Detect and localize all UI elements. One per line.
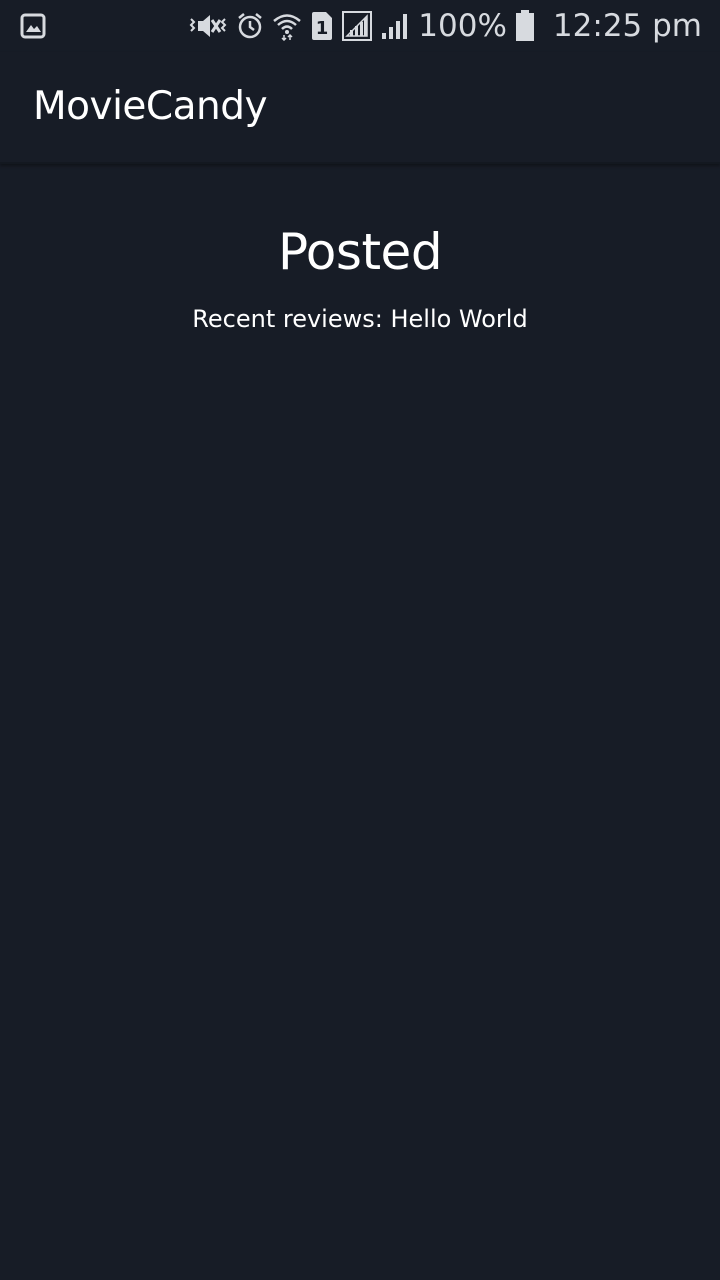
alarm-icon: [236, 11, 264, 41]
page-heading: Posted: [277, 223, 443, 281]
status-bar: 1 100% 12:25 pm: [0, 0, 720, 52]
signal-secondary-icon: [380, 11, 410, 41]
signal-icon: [342, 11, 373, 41]
sim-1-label: 1: [316, 18, 329, 39]
status-time: 12:25 pm: [552, 8, 702, 44]
vibrate-icon: [188, 11, 228, 41]
wifi-icon: [272, 11, 302, 42]
recent-reviews-text: Recent reviews: Hello World: [192, 305, 528, 333]
battery-percent: 100%: [418, 8, 507, 44]
app-title: MovieCandy: [33, 84, 268, 129]
sim-1-icon: 1: [310, 11, 334, 41]
battery-full-icon: [515, 10, 535, 42]
app-bar: MovieCandy: [0, 52, 720, 164]
main-content: Posted Recent reviews: Hello World: [0, 164, 720, 334]
gallery-notification-icon: [20, 13, 46, 39]
